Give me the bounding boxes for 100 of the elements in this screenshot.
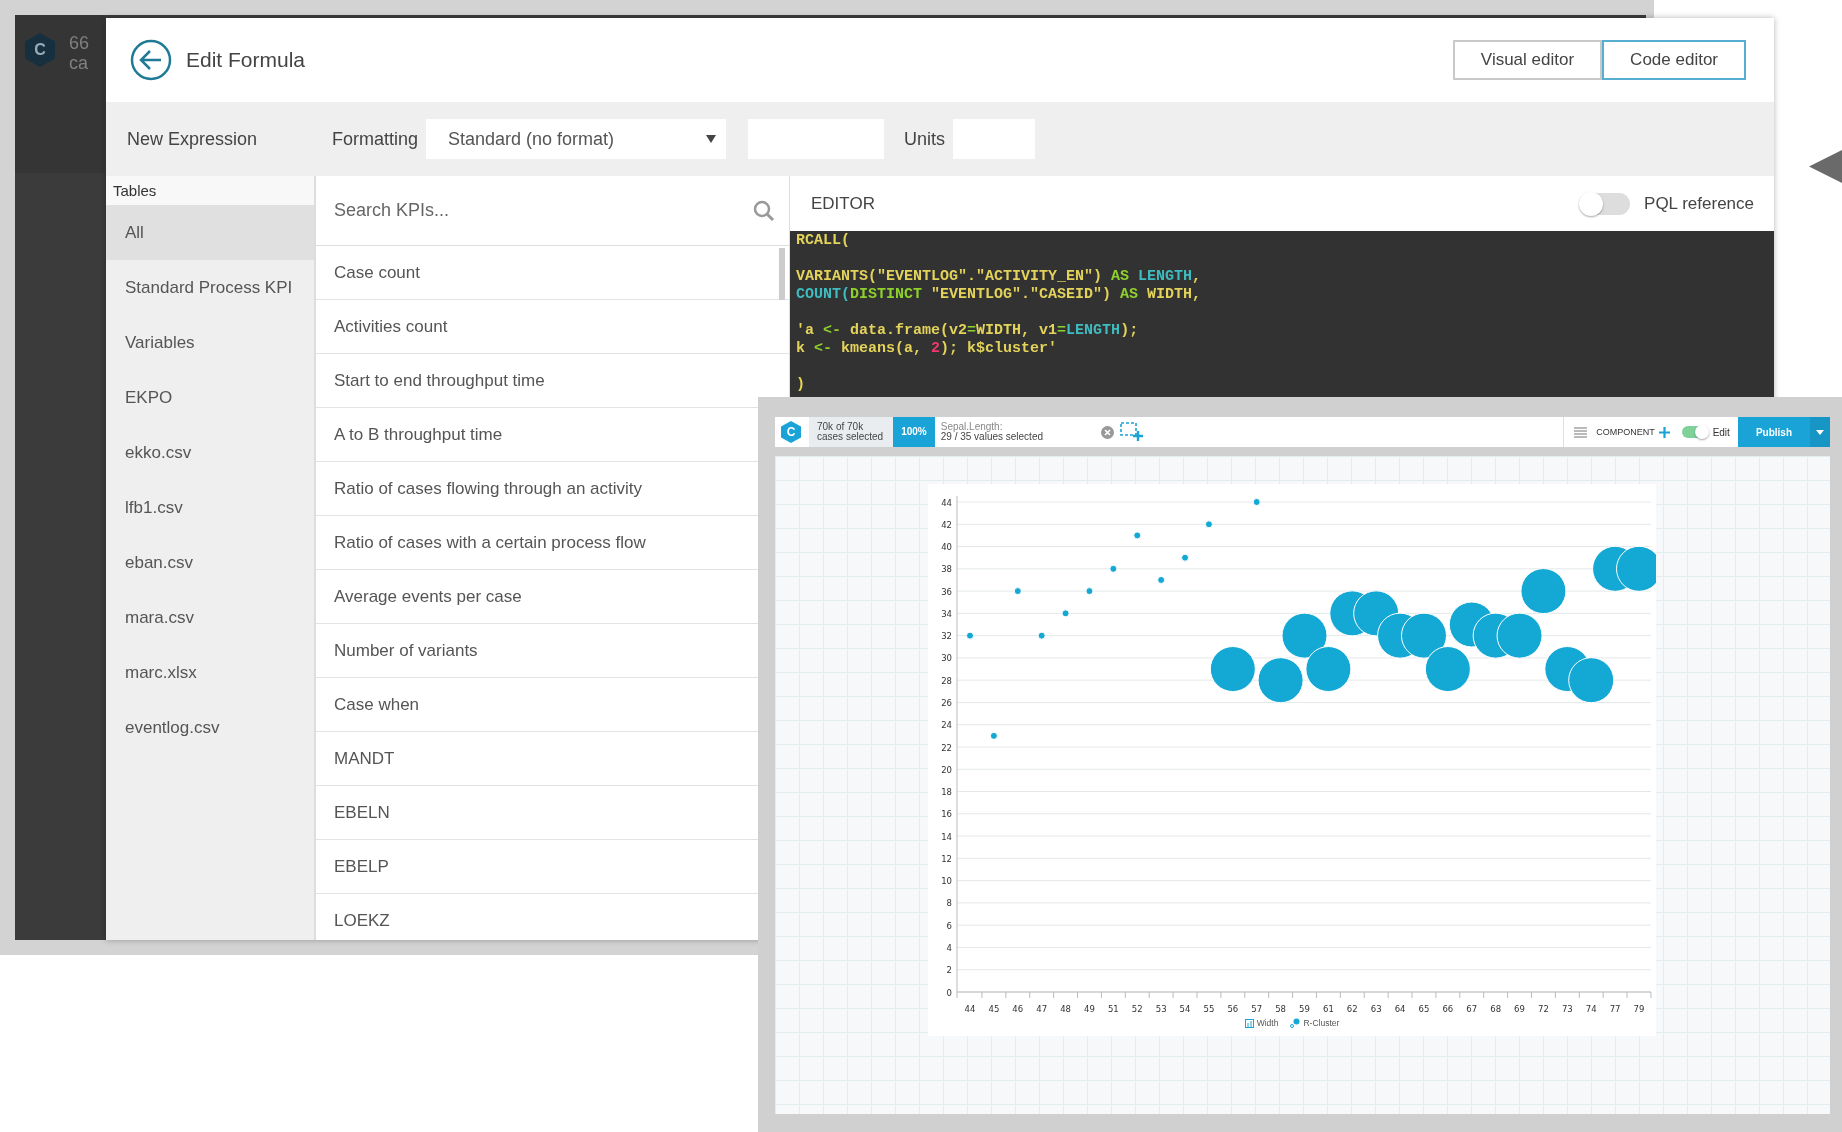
x-tick-label: 57 [1251,1004,1263,1014]
editor-mode-tab[interactable]: Visual editor [1452,40,1603,80]
selection-count: 70k of 70k [817,422,865,432]
bubble-legend-icon [1290,1018,1301,1028]
clear-icon[interactable] [1100,425,1114,439]
kpi-list-item[interactable]: LOEKZ [334,911,390,930]
y-tick-label: 24 [941,720,952,731]
units-label: Units [904,128,946,150]
x-tick-label: 67 [1466,1004,1478,1014]
data-point [1209,646,1256,693]
x-tick-label: 69 [1514,1004,1525,1014]
kpi-list-item[interactable]: EBELN [334,803,390,822]
data-point [1305,646,1352,693]
x-tick-label: 74 [1585,1004,1597,1014]
data-point [1181,553,1190,562]
kpi-list-item[interactable]: Activities count [334,317,448,336]
kpi-list-item[interactable]: MANDT [334,749,395,768]
data-point [1109,564,1118,573]
table-list-item[interactable]: Standard Process KPI [106,260,314,315]
kpi-search-field[interactable]: Search KPIs... [332,199,753,222]
x-tick-label: 64 [1394,1004,1406,1014]
y-tick-label: 40 [941,542,952,553]
table-list-item[interactable]: mara.csv [106,590,314,645]
editor-mode-tab[interactable]: Code editor [1602,40,1746,80]
x-tick-label: 47 [1036,1004,1048,1014]
edit-toggle[interactable] [1681,426,1708,438]
app-logo: C [25,33,55,67]
formatting-dropdown[interactable]: Standard (no format) [426,119,727,159]
table-list-item[interactable]: EKPO [106,370,314,425]
y-tick-label: 16 [941,809,952,820]
add-selection-icon[interactable] [1119,422,1144,442]
code-line: COUNT(DISTINCT "EVENTLOG"."CASEID") AS WIDTH, [796,286,1202,304]
y-tick-label: 18 [941,787,952,798]
x-tick-label: 72 [1538,1004,1549,1014]
y-tick-label: 26 [941,697,952,708]
pql-reference-toggle[interactable] [1580,192,1631,215]
data-point [989,731,998,740]
y-tick-label: 14 [941,831,952,842]
data-point [1424,646,1471,693]
menu-icon[interactable] [1574,426,1588,438]
y-tick-label: 10 [941,876,952,887]
kpi-list-item[interactable]: Average events per case [334,587,522,606]
kpi-list-item[interactable]: Case count [334,263,420,282]
code-line: ) [796,376,805,394]
x-tick-label: 79 [1633,1004,1645,1014]
data-point [1496,612,1543,659]
scrollbar-thumb[interactable] [779,248,785,300]
code-line: RCALL( [796,232,850,250]
tables-heading: Tables [106,176,314,205]
table-list-item[interactable]: lfb1.csv [106,480,314,535]
table-list-item[interactable]: All [106,205,314,260]
data-point [1013,587,1022,596]
plus-icon[interactable] [1658,426,1670,438]
kpi-list-item[interactable]: A to B throughput time [334,425,503,444]
publish-options-button[interactable] [1810,417,1830,447]
selection-caption: cases selected [817,432,884,442]
y-tick-label: 20 [941,764,952,775]
x-tick-label: 58 [1275,1004,1286,1014]
data-point [1085,587,1094,596]
kpi-list-item[interactable]: Case when [334,695,420,714]
kpi-list-item[interactable]: Number of variants [334,641,478,660]
left-triangle-icon[interactable] [1809,150,1842,183]
y-tick-label: 44 [941,497,952,508]
code-line: VARIANTS("EVENTLOG"."ACTIVITY_EN") AS LENGTH, [796,268,1202,286]
filter-summary: 29 / 35 values selected [940,432,1045,442]
kpi-list-item[interactable]: Ratio of cases with a certain process flow [334,533,646,552]
data-point [1157,575,1166,584]
caret-icon [1816,429,1824,435]
y-tick-label: 12 [941,853,952,864]
x-tick-label: 62 [1346,1004,1358,1014]
data-point [1252,498,1261,506]
code-line: 'a <- data.frame(v2=WIDTH, v1=LENGTH); [796,322,1139,340]
table-list-item[interactable]: Variables [106,315,314,370]
table-list-item[interactable]: eventlog.csv [106,700,314,755]
legend-label: Width [1256,1018,1279,1028]
kpi-list-item[interactable]: EBELP [334,857,389,876]
x-tick-label: 49 [1084,1004,1095,1014]
y-tick-label: 4 [946,942,952,953]
search-icon[interactable] [753,199,775,222]
x-tick-label: 56 [1227,1004,1239,1014]
dialog-title: Edit Formula [186,48,306,72]
data-point [1568,657,1615,704]
kpi-list-item[interactable]: Ratio of cases flowing through an activity [334,479,643,498]
y-tick-label: 0 [946,987,952,998]
x-tick-label: 65 [1418,1004,1430,1014]
x-tick-label: 45 [988,1004,1000,1014]
y-tick-label: 38 [941,564,952,575]
table-list-item[interactable]: eban.csv [106,535,314,590]
x-tick-label: 48 [1060,1004,1071,1014]
x-tick-label: 55 [1203,1004,1215,1014]
code-line: k <- kmeans(a, 2); k$cluster' [796,340,1058,358]
editor-heading: EDITOR [811,193,875,214]
table-list-item[interactable]: ekko.csv [106,425,314,480]
y-tick-label: 6 [946,920,952,931]
x-tick-label: 52 [1131,1004,1143,1014]
x-tick-label: 59 [1299,1004,1310,1014]
expression-name: New Expression [127,128,259,150]
edit-label: Edit [1712,426,1730,438]
table-list-item[interactable]: marc.xlsx [106,645,314,700]
kpi-list-item[interactable]: Start to end throughput time [334,371,545,390]
